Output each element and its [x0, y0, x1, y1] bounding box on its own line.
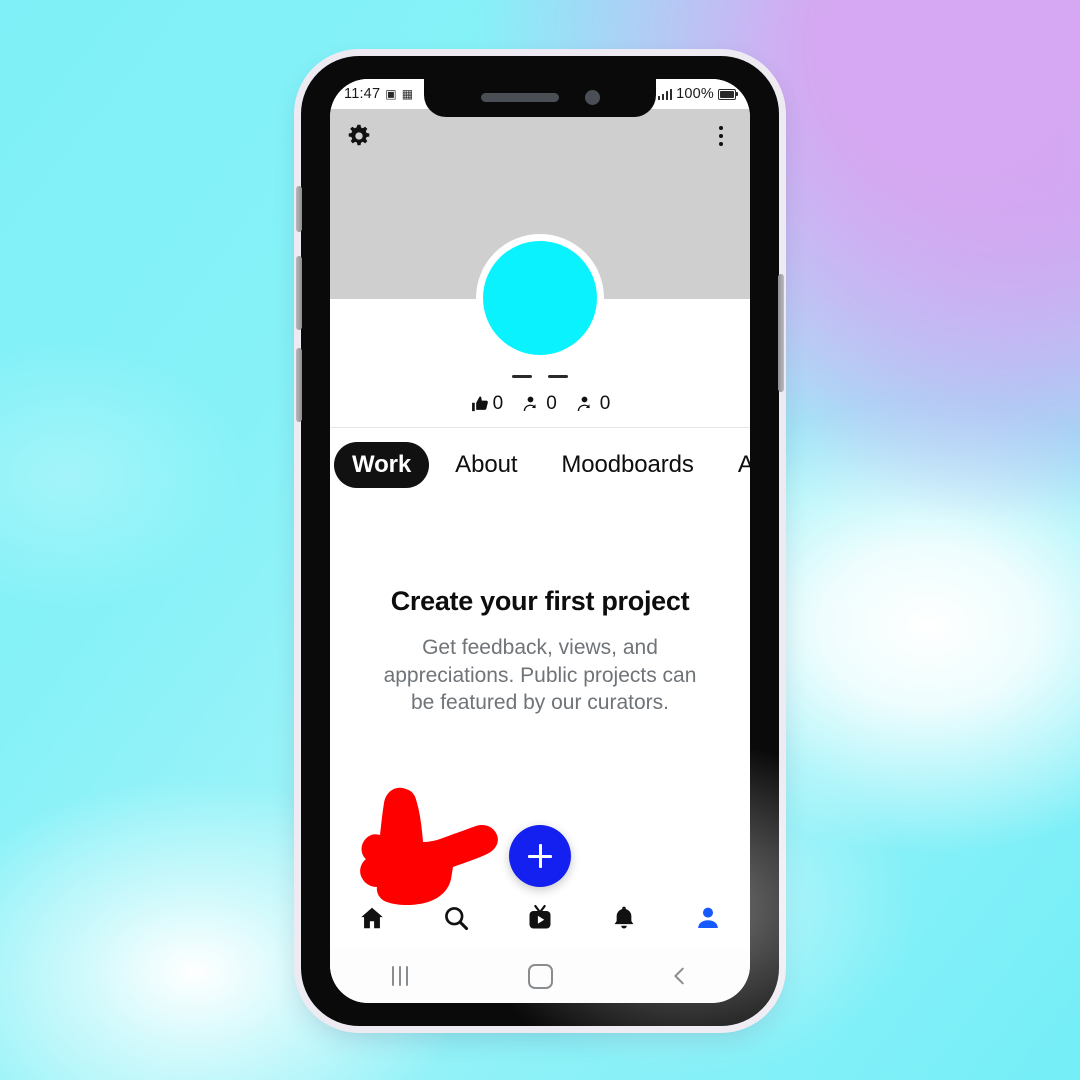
bottom-navigation-bar — [330, 887, 750, 949]
kebab-menu-icon — [718, 141, 724, 147]
stat-value: 0 — [492, 393, 504, 414]
battery-icon — [718, 88, 739, 100]
sysnav-back[interactable] — [645, 956, 715, 996]
nav-live[interactable] — [512, 894, 568, 942]
image-icon: ▣ — [385, 87, 397, 101]
tab-appreciations[interactable]: A — [720, 442, 750, 488]
recents-icon — [391, 966, 409, 986]
profile-stats: 0 0 0 — [330, 393, 750, 427]
kebab-menu-icon — [718, 133, 724, 139]
avatar-image — [476, 234, 604, 362]
stat-followers[interactable]: 0 — [523, 393, 557, 415]
power-button[interactable] — [778, 274, 784, 392]
wallpaper-background: 11:47 ▣ ▦ 100% 0 0 0 Work About Moodboar… — [0, 0, 1080, 1080]
profile-name-placeholder — [330, 369, 750, 383]
create-project-fab[interactable] — [509, 825, 571, 887]
settings-button[interactable] — [340, 117, 378, 155]
stat-value: 0 — [546, 393, 557, 414]
display-notch — [424, 79, 656, 117]
following-icon — [577, 396, 590, 411]
followers-icon — [523, 396, 536, 411]
person-icon — [698, 907, 718, 929]
system-navigation-bar — [330, 949, 750, 1003]
volume-down-button[interactable] — [296, 256, 302, 330]
status-bar-left: 11:47 ▣ ▦ — [344, 86, 413, 102]
tv-icon — [529, 904, 551, 929]
home-icon — [361, 907, 383, 929]
stat-following[interactable]: 0 — [577, 393, 611, 415]
status-time: 11:47 — [344, 86, 381, 102]
stat-value: 0 — [599, 393, 611, 414]
plus-icon — [528, 844, 552, 868]
tab-work[interactable]: Work — [334, 442, 430, 488]
earpiece-speaker — [480, 92, 559, 102]
profile-tabs: Work About Moodboards A — [330, 427, 750, 504]
back-chevron-icon — [674, 967, 684, 985]
home-square-icon — [527, 963, 553, 989]
tab-moodboards[interactable]: Moodboards — [543, 442, 711, 488]
phone-device-frame: 11:47 ▣ ▦ 100% 0 0 0 Work About Moodboar… — [296, 56, 784, 1026]
overflow-menu-button[interactable] — [702, 117, 740, 155]
empty-state: Create your first project Get feedback, … — [330, 504, 750, 717]
sysnav-home[interactable] — [505, 956, 575, 996]
phone-screen: 11:47 ▣ ▦ 100% 0 0 0 Work About Moodboar… — [330, 79, 750, 1003]
stat-appreciations[interactable]: 0 — [470, 393, 504, 415]
gear-icon — [348, 124, 370, 146]
volume-up-button[interactable] — [296, 186, 302, 232]
thumbs-up-icon — [471, 396, 488, 412]
nav-notifications[interactable] — [596, 894, 652, 942]
search-icon — [445, 907, 469, 931]
sim-icon: ▦ — [401, 87, 414, 101]
avatar[interactable] — [476, 234, 604, 362]
tab-about[interactable]: About — [437, 442, 535, 488]
sysnav-recents[interactable] — [365, 956, 435, 996]
status-bar-right: 100% — [657, 86, 739, 102]
nav-home[interactable] — [344, 894, 400, 942]
bixby-button[interactable] — [296, 348, 302, 422]
battery-percent: 100% — [676, 86, 714, 102]
nav-profile[interactable] — [680, 894, 736, 942]
kebab-menu-icon — [718, 125, 724, 131]
empty-state-title: Create your first project — [390, 586, 690, 616]
empty-state-subtitle: Get feedback, views, and appreciations. … — [383, 636, 697, 715]
front-camera — [584, 89, 600, 105]
signal-icon — [657, 88, 673, 100]
bell-icon — [614, 906, 634, 929]
nav-search[interactable] — [428, 894, 484, 942]
